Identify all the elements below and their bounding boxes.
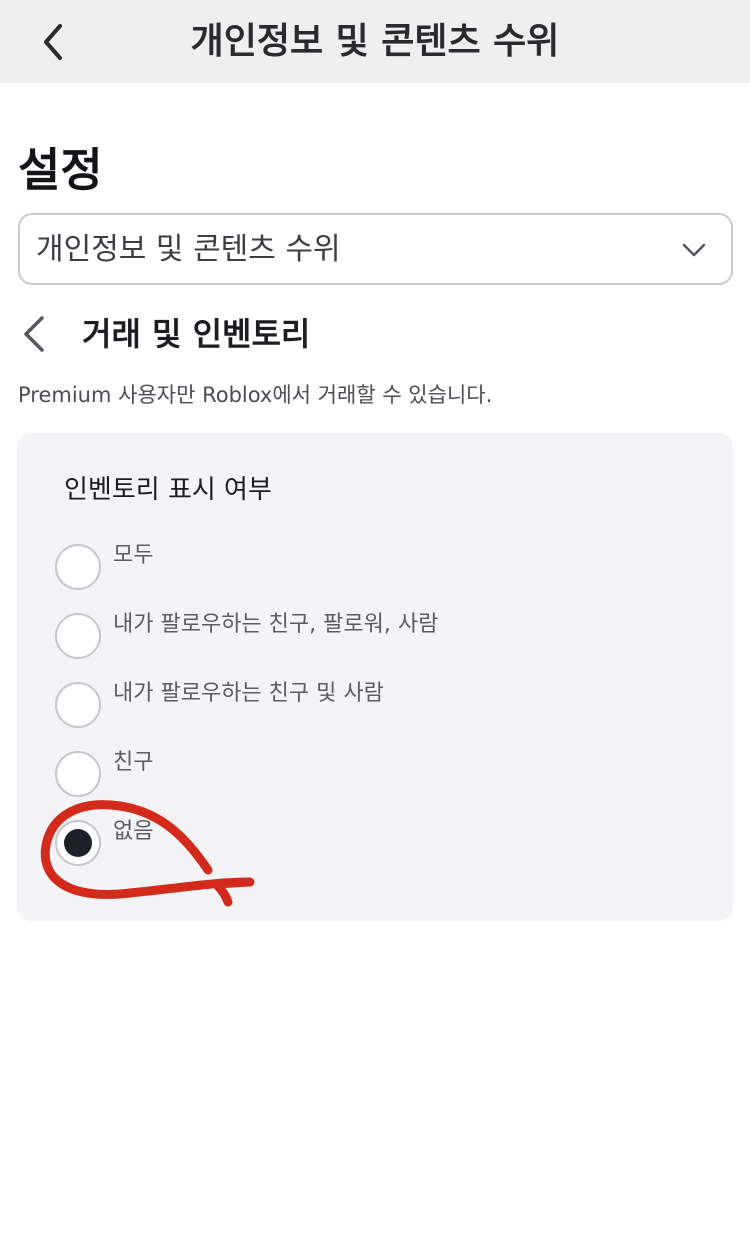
option-no-one[interactable]: 없음 [55,817,695,867]
premium-note: Premium 사용자만 Roblox에서 거래할 수 있습니다. [18,383,493,407]
option-label: 내가 팔로우하는 친구, 팔로워, 사람 [113,612,439,637]
inventory-visibility-title: 인벤토리 표시 여부 [64,475,272,505]
option-label: 친구 [113,750,154,775]
page-title: 개인정보 및 콘텐츠 수위 [190,21,560,62]
option-everyone[interactable]: 모두 [55,541,695,591]
radio-button-selected[interactable] [55,820,101,866]
option-friends[interactable]: 친구 [55,748,695,798]
trade-inventory-section-header: 거래 및 인벤토리 [18,310,733,358]
option-label: 내가 팔로우하는 친구 및 사람 [113,681,384,706]
settings-heading: 설정 [18,143,103,197]
radio-button[interactable] [55,751,101,797]
radio-button[interactable] [55,682,101,728]
option-friends-followers-following[interactable]: 내가 팔로우하는 친구, 팔로워, 사람 [55,610,695,660]
chevron-left-icon[interactable] [18,312,52,356]
option-friends-following[interactable]: 내가 팔로우하는 친구 및 사람 [55,679,695,729]
category-dropdown[interactable]: 개인정보 및 콘텐츠 수위 [18,213,733,285]
radio-button[interactable] [55,613,101,659]
category-dropdown-value: 개인정보 및 콘텐츠 수위 [36,232,341,267]
chevron-down-icon [682,243,706,257]
top-navigation-bar: 개인정보 및 콘텐츠 수위 [0,0,750,83]
option-label: 없음 [113,819,154,844]
section-title: 거래 및 인벤토리 [82,315,311,353]
inventory-visibility-card: 인벤토리 표시 여부 모두 내가 팔로우하는 친구, 팔로워, 사람 내가 팔로… [17,433,733,921]
option-label: 모두 [113,543,154,568]
radio-button[interactable] [55,544,101,590]
